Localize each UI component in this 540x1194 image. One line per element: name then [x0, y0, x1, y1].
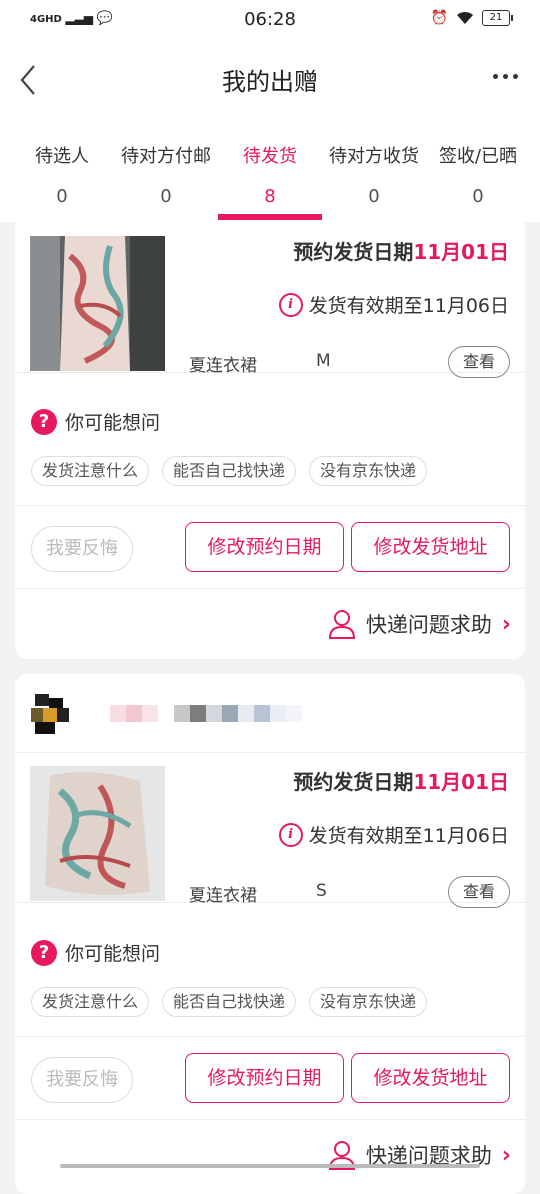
faq-section: ? 你可能想问 发货注意什么 能否自己找快递 没有京东快递 — [15, 919, 525, 1037]
tab-received[interactable]: 签收/已晒 0 — [426, 120, 530, 222]
faq-title-text: 你可能想问 — [65, 412, 161, 434]
tab-label: 待发货 — [243, 146, 297, 167]
faq-section: ? 你可能想问 发货注意什么 能否自己找快递 没有京东快递 — [15, 388, 525, 506]
order-card: 预约发货日期11月01日 i 发货有效期至11月06日 夏连衣裙 M 查看 ? … — [15, 222, 525, 659]
order-card: 预约发货日期11月01日 i 发货有效期至11月06日 夏连衣裙 S 查看 ? … — [15, 674, 525, 1194]
faq-title: ? 你可能想问 — [31, 939, 160, 966]
dot-icon — [493, 74, 498, 79]
action-row: 我要反悔 修改预约日期 修改发货地址 — [15, 1037, 525, 1120]
home-indicator — [60, 1164, 480, 1168]
modify-address-button[interactable]: 修改发货地址 — [351, 1053, 510, 1103]
info-icon: i — [278, 822, 303, 847]
faq-chip[interactable]: 发货注意什么 — [31, 987, 150, 1017]
product-row: 预约发货日期11月01日 i 发货有效期至11月06日 夏连衣裙 M 查看 — [15, 222, 525, 378]
ship-date: 预约发货日期11月01日 — [293, 766, 509, 795]
item-name: 夏连衣裙 — [189, 356, 257, 376]
view-button[interactable]: 查看 — [448, 346, 510, 378]
nav-bar: 我的出赠 — [0, 40, 540, 120]
tab-label: 签收/已晒 — [438, 146, 518, 167]
alarm-icon: ⏰ — [430, 10, 448, 26]
faq-chips: 发货注意什么 能否自己找快递 没有京东快递 — [31, 456, 428, 486]
status-tabs: 待选人 0 待对方付邮 0 待发货 8 待对方收货 0 签收/已晒 0 — [0, 120, 540, 222]
user-row — [15, 674, 525, 753]
tab-count: 0 — [368, 186, 380, 207]
question-icon: ? — [31, 408, 57, 435]
wifi-icon — [457, 11, 473, 24]
dot-icon — [513, 74, 518, 79]
tab-count: 0 — [56, 186, 68, 207]
faq-chip[interactable]: 没有京东快递 — [309, 987, 428, 1017]
help-label: 快递问题求助 — [365, 613, 492, 637]
tab-label: 待对方收货 — [329, 146, 419, 167]
action-row: 我要反悔 修改预约日期 修改发货地址 — [15, 506, 525, 589]
faq-title: ? 你可能想问 — [31, 408, 160, 435]
avatar[interactable] — [31, 690, 69, 736]
item-size: S — [316, 881, 327, 901]
faq-chip[interactable]: 能否自己找快递 — [162, 987, 297, 1017]
faq-chip[interactable]: 没有京东快递 — [309, 456, 428, 486]
tab-pending-receipt[interactable]: 待对方收货 0 — [322, 120, 426, 222]
tab-count: 8 — [264, 186, 276, 207]
more-options-button[interactable] — [493, 74, 518, 79]
tab-label: 待选人 — [35, 146, 89, 167]
faq-chips: 发货注意什么 能否自己找快递 没有京东快递 — [31, 987, 428, 1017]
chevron-right-icon: › — [501, 1142, 511, 1168]
view-button[interactable]: 查看 — [448, 876, 510, 908]
item-name: 夏连衣裙 — [189, 886, 257, 906]
item-size: M — [316, 351, 331, 371]
tab-count: 0 — [160, 186, 172, 207]
validity-text: 发货有效期至11月06日 — [308, 295, 509, 317]
faq-chip[interactable]: 能否自己找快递 — [162, 456, 297, 486]
product-image[interactable] — [30, 766, 165, 901]
faq-title-text: 你可能想问 — [65, 943, 161, 965]
info-icon: i — [278, 292, 303, 317]
tab-pending-postage[interactable]: 待对方付邮 0 — [114, 120, 218, 222]
tab-pending-shipment[interactable]: 待发货 8 — [218, 120, 322, 222]
help-row: 快递问题求助 › — [15, 1120, 525, 1192]
ship-date-label: 预约发货日期 — [293, 770, 414, 794]
modify-date-button[interactable]: 修改预约日期 — [185, 522, 344, 572]
masked-username — [110, 705, 302, 722]
help-row: 快递问题求助 › — [15, 589, 525, 661]
tab-count: 0 — [472, 186, 484, 207]
ship-date: 预约发货日期11月01日 — [293, 236, 509, 265]
chevron-right-icon: › — [501, 611, 511, 637]
courier-help-link[interactable]: 快递问题求助 › — [328, 609, 511, 639]
product-row: 预约发货日期11月01日 i 发货有效期至11月06日 夏连衣裙 S 查看 — [15, 752, 525, 908]
battery-level: 21 — [489, 12, 503, 23]
tab-label: 待对方付邮 — [121, 146, 211, 167]
regret-button[interactable]: 我要反悔 — [31, 1057, 133, 1103]
tab-indicator — [218, 214, 322, 220]
dot-icon — [503, 74, 508, 79]
question-icon: ? — [31, 939, 57, 966]
faq-chip[interactable]: 发货注意什么 — [31, 456, 150, 486]
modify-date-button[interactable]: 修改预约日期 — [185, 1053, 344, 1103]
ship-date-label: 预约发货日期 — [293, 240, 414, 264]
validity-row: i 发货有效期至11月06日 — [278, 821, 509, 848]
validity-text: 发货有效期至11月06日 — [308, 825, 509, 847]
ship-date-value: 11月01日 — [413, 770, 509, 794]
user-icon — [328, 610, 355, 639]
battery-icon: 21 — [482, 10, 513, 26]
regret-button[interactable]: 我要反悔 — [31, 526, 133, 572]
modify-address-button[interactable]: 修改发货地址 — [351, 522, 510, 572]
tab-pending-selection[interactable]: 待选人 0 — [10, 120, 114, 222]
product-image[interactable] — [30, 236, 165, 371]
status-bar: 4GHD ▂▃▅ 💬 06:28 ⏰ 21 — [0, 0, 540, 40]
validity-row: i 发货有效期至11月06日 — [278, 291, 509, 318]
ship-date-value: 11月01日 — [413, 240, 509, 264]
page-title: 我的出赠 — [222, 68, 318, 96]
